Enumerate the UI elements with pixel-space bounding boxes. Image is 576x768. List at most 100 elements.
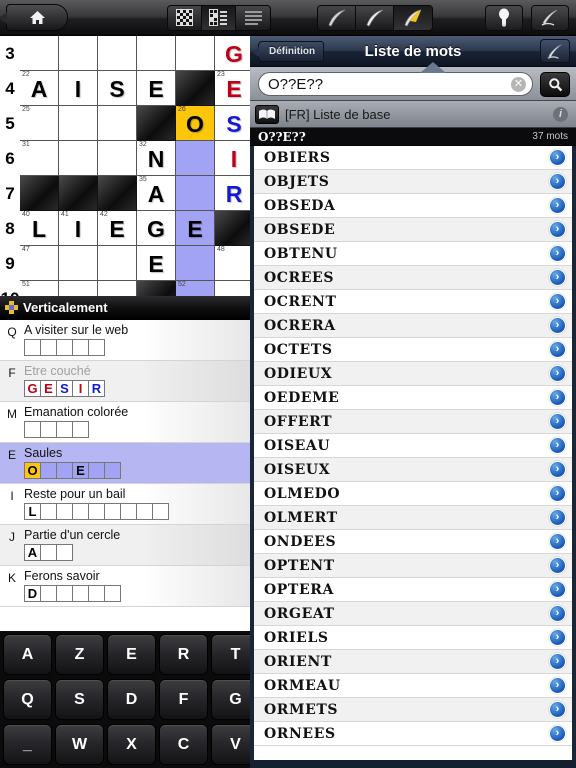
clue-answer-cell[interactable]: G <box>24 380 41 397</box>
chevron-right-icon[interactable]: › <box>549 293 566 310</box>
crossword-grid[interactable]: 3G422AISE23E52526OSE63132NI735AR840L41I4… <box>0 36 256 296</box>
clue-row[interactable]: F Etre couché G E S I R <box>0 361 256 402</box>
chevron-right-icon[interactable]: › <box>549 725 566 742</box>
word-result-row[interactable]: ONDEES › <box>254 530 572 554</box>
info-icon[interactable]: i <box>553 106 568 122</box>
panel-signature-button[interactable] <box>540 39 570 63</box>
chevron-right-icon[interactable]: › <box>549 653 566 670</box>
grid-cell[interactable] <box>98 36 137 71</box>
grid-cell[interactable]: E <box>137 71 176 106</box>
clue-answer-cell[interactable] <box>40 421 57 438</box>
list-view-icon[interactable] <box>236 5 270 30</box>
feather-white-icon[interactable] <box>356 5 394 30</box>
clue-row[interactable]: E Saules O E <box>0 443 256 484</box>
grid-cell[interactable] <box>215 281 254 296</box>
clue-list-panel[interactable]: Verticalement Q A visiter sur le web F Etre… <box>0 296 256 631</box>
key-w[interactable]: W <box>55 724 104 765</box>
feather-yellow-icon[interactable] <box>394 5 432 30</box>
bulb-button[interactable] <box>485 4 523 31</box>
view-mode-segmented-control[interactable] <box>167 4 271 31</box>
clue-row[interactable]: Q A visiter sur le web <box>0 320 256 361</box>
key-s[interactable]: S <box>55 679 104 720</box>
grid-view-icon[interactable] <box>168 5 202 30</box>
clue-answer-boxes[interactable] <box>24 421 256 438</box>
clue-answer-cell[interactable] <box>136 503 153 520</box>
grid-cell[interactable]: 48 <box>215 246 254 281</box>
clue-row[interactable]: K Ferons savoir D <box>0 566 256 607</box>
chevron-right-icon[interactable]: › <box>549 389 566 406</box>
chevron-right-icon[interactable]: › <box>549 197 566 214</box>
clue-answer-cell[interactable] <box>152 503 169 520</box>
clue-answer-cell[interactable] <box>56 585 73 602</box>
clue-answer-cell[interactable] <box>24 339 41 356</box>
key-c[interactable]: C <box>159 724 208 765</box>
grid-cell[interactable]: 40 L <box>20 211 59 246</box>
word-result-row[interactable]: OPTERA › <box>254 578 572 602</box>
feather-plain-icon[interactable] <box>318 5 356 30</box>
grid-cell[interactable] <box>59 281 98 296</box>
grid-cell[interactable]: 22 A <box>20 71 59 106</box>
clue-answer-cell[interactable] <box>40 339 57 356</box>
chevron-right-icon[interactable]: › <box>549 533 566 550</box>
chevron-right-icon[interactable]: › <box>549 365 566 382</box>
clue-answer-boxes[interactable] <box>24 339 256 356</box>
clue-answer-cell[interactable]: A <box>24 544 41 561</box>
clue-answer-cell[interactable]: D <box>24 585 41 602</box>
word-result-row[interactable]: OBIERS › <box>254 146 572 170</box>
clue-answer-cell[interactable] <box>56 339 73 356</box>
word-result-row[interactable]: OBTENU › <box>254 242 572 266</box>
chevron-right-icon[interactable]: › <box>549 269 566 286</box>
clue-answer-cell[interactable] <box>72 421 89 438</box>
grid-cell[interactable]: I <box>59 71 98 106</box>
signature-button[interactable] <box>531 4 569 31</box>
chevron-right-icon[interactable]: › <box>549 509 566 526</box>
clue-row[interactable]: M Emanation colorée <box>0 402 256 443</box>
key-x[interactable]: X <box>107 724 156 765</box>
grid-cell[interactable]: G <box>215 36 254 71</box>
home-button[interactable] <box>0 4 68 31</box>
grid-cell[interactable] <box>176 141 215 176</box>
chevron-right-icon[interactable]: › <box>549 485 566 502</box>
clue-answer-cell[interactable] <box>72 585 89 602</box>
chevron-right-icon[interactable]: › <box>549 221 566 238</box>
grid-cell[interactable]: 31 <box>20 141 59 176</box>
chevron-right-icon[interactable]: › <box>549 581 566 598</box>
chevron-right-icon[interactable]: › <box>549 437 566 454</box>
clue-row[interactable]: J Partie d'un cercle A <box>0 525 256 566</box>
grid-cell[interactable] <box>59 106 98 141</box>
chevron-right-icon[interactable]: › <box>549 629 566 646</box>
word-result-row[interactable]: ODIEUX › <box>254 362 572 386</box>
clue-answer-cell[interactable] <box>88 462 105 479</box>
clue-answer-cell[interactable]: S <box>56 380 73 397</box>
grid-cell[interactable]: S <box>215 106 254 141</box>
grid-cell[interactable]: 26 O <box>176 106 215 141</box>
chevron-right-icon[interactable]: › <box>549 557 566 574</box>
clue-answer-cell[interactable] <box>88 585 105 602</box>
chevron-right-icon[interactable]: › <box>549 701 566 718</box>
word-result-row[interactable]: ORIELS › <box>254 626 572 650</box>
clue-answer-cell[interactable]: I <box>72 380 89 397</box>
chevron-right-icon[interactable]: › <box>549 317 566 334</box>
word-result-row[interactable]: ORIENT › <box>254 650 572 674</box>
grid-cell[interactable]: 42 E <box>98 211 137 246</box>
grid-cell[interactable]: 51 <box>20 281 59 296</box>
grid-cell[interactable] <box>98 281 137 296</box>
word-result-row[interactable]: OLMEDO › <box>254 482 572 506</box>
grid-cell[interactable]: 25 <box>20 106 59 141</box>
grid-cell[interactable] <box>176 176 215 211</box>
word-result-row[interactable]: ORNEES › <box>254 722 572 746</box>
clue-answer-cell[interactable]: R <box>88 380 105 397</box>
clue-answer-cell[interactable] <box>120 503 137 520</box>
clue-answer-cell[interactable] <box>56 421 73 438</box>
grid-cell[interactable]: S <box>98 71 137 106</box>
clue-row[interactable]: I Reste pour un bail L <box>0 484 256 525</box>
key-q[interactable]: Q <box>3 679 52 720</box>
word-result-row[interactable]: OCTETS › <box>254 338 572 362</box>
word-result-row[interactable]: OCRENT › <box>254 290 572 314</box>
clue-answer-boxes[interactable]: GESIR <box>24 380 256 397</box>
grid-cell[interactable]: 35 A <box>137 176 176 211</box>
clue-answer-boxes[interactable]: D <box>24 585 256 602</box>
grid-cell[interactable]: 47 <box>20 246 59 281</box>
grid-cell[interactable] <box>59 141 98 176</box>
clue-answer-cell[interactable] <box>56 503 73 520</box>
